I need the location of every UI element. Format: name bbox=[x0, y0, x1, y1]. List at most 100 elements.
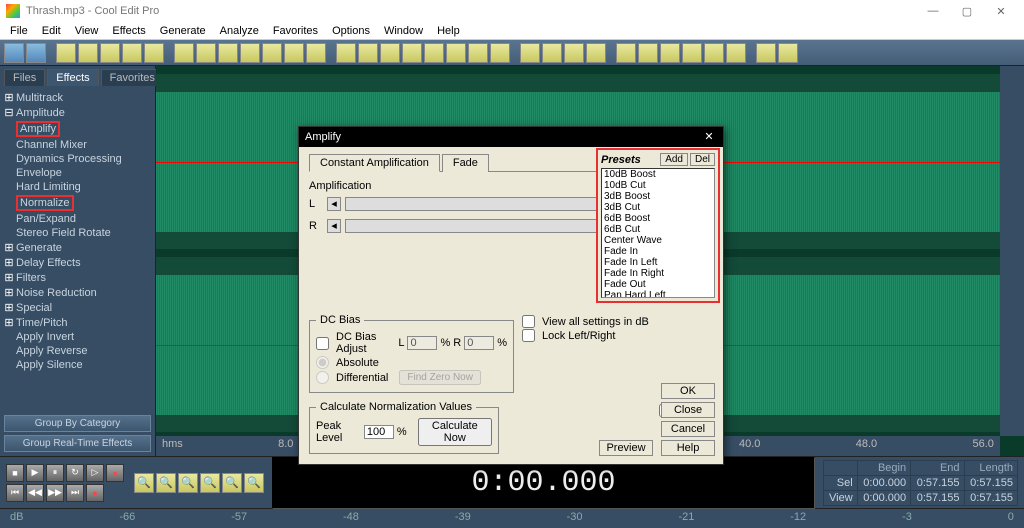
lock-lr-checkbox[interactable] bbox=[522, 329, 535, 342]
tree-hard-limiting[interactable]: Hard Limiting bbox=[2, 180, 153, 194]
tool-grid[interactable] bbox=[682, 43, 702, 63]
ok-button[interactable]: OK bbox=[661, 383, 715, 399]
preset-item[interactable]: Fade In bbox=[602, 246, 714, 257]
tool-ruler2[interactable] bbox=[660, 43, 680, 63]
tool-convert[interactable] bbox=[336, 43, 356, 63]
tool-open[interactable] bbox=[78, 43, 98, 63]
group-by-category-button[interactable]: Group By Category bbox=[4, 415, 151, 432]
tree-stereo-field[interactable]: Stereo Field Rotate bbox=[2, 226, 153, 240]
tool-multitrack[interactable] bbox=[4, 43, 24, 63]
tree-dynamics[interactable]: Dynamics Processing bbox=[2, 152, 153, 166]
tool-stats[interactable] bbox=[586, 43, 606, 63]
tab-favorites[interactable]: Favorites bbox=[101, 69, 164, 86]
absolute-radio[interactable] bbox=[316, 356, 329, 369]
tool-comp[interactable] bbox=[446, 43, 466, 63]
preset-item[interactable]: Fade Out bbox=[602, 279, 714, 290]
preset-item[interactable]: 6dB Cut bbox=[602, 224, 714, 235]
minimize-button[interactable]: — bbox=[916, 1, 950, 21]
tree-amplitude[interactable]: ⊟Amplitude bbox=[2, 105, 153, 120]
zoom-sel-left-button[interactable]: 🔍 bbox=[222, 473, 242, 493]
goto-end-button[interactable]: ⏭ bbox=[66, 484, 84, 502]
preset-list[interactable]: 10dB Boost 10dB Cut 3dB Boost 3dB Cut 6d… bbox=[601, 168, 715, 298]
tool-settings[interactable] bbox=[358, 43, 378, 63]
tool-undo[interactable] bbox=[284, 43, 304, 63]
preset-item[interactable]: 10dB Boost bbox=[602, 169, 714, 180]
tree-multitrack[interactable]: ⊞Multitrack bbox=[2, 90, 153, 105]
tool-waveview[interactable] bbox=[26, 43, 46, 63]
forward-button[interactable]: ▶▶ bbox=[46, 484, 64, 502]
preset-item[interactable]: 3dB Cut bbox=[602, 202, 714, 213]
l-slider[interactable] bbox=[345, 197, 637, 211]
tool-close[interactable] bbox=[144, 43, 164, 63]
find-zero-button[interactable]: Find Zero Now bbox=[399, 370, 481, 385]
stop-button[interactable]: ■ bbox=[6, 464, 24, 482]
l-slider-left[interactable]: ◂ bbox=[327, 197, 341, 211]
tree-apply-reverse[interactable]: Apply Reverse bbox=[2, 344, 153, 358]
preset-item[interactable]: Center Wave bbox=[602, 235, 714, 246]
dc-bias-adjust-checkbox[interactable] bbox=[316, 337, 329, 350]
tree-apply-invert[interactable]: Apply Invert bbox=[2, 330, 153, 344]
tool-hide[interactable] bbox=[616, 43, 636, 63]
preset-item[interactable]: 6dB Boost bbox=[602, 213, 714, 224]
preset-add-button[interactable]: Add bbox=[660, 153, 688, 166]
tree-apply-silence[interactable]: Apply Silence bbox=[2, 358, 153, 372]
tree-generate[interactable]: ⊞Generate bbox=[2, 240, 153, 255]
tool-ruler1[interactable] bbox=[638, 43, 658, 63]
tool-cut[interactable] bbox=[196, 43, 216, 63]
dc-l-input[interactable] bbox=[407, 336, 437, 350]
tree-normalize[interactable]: Normalize bbox=[2, 194, 153, 212]
tree-time-pitch[interactable]: ⊞Time/Pitch bbox=[2, 315, 153, 330]
tool-phase[interactable] bbox=[564, 43, 584, 63]
tool-scale[interactable] bbox=[726, 43, 746, 63]
tool-copy[interactable] bbox=[174, 43, 194, 63]
r-slider-left[interactable]: ◂ bbox=[327, 219, 341, 233]
tab-constant-amp[interactable]: Constant Amplification bbox=[309, 154, 440, 172]
close-button-dlg[interactable]: Close bbox=[661, 402, 715, 418]
tab-files[interactable]: Files bbox=[4, 69, 45, 86]
record-button2[interactable]: ● bbox=[86, 484, 104, 502]
view-db-checkbox[interactable] bbox=[522, 315, 535, 328]
tree-filters[interactable]: ⊞Filters bbox=[2, 270, 153, 285]
peak-level-input[interactable] bbox=[364, 425, 394, 439]
play-button[interactable]: ▶ bbox=[26, 464, 44, 482]
zoom-full-button[interactable]: 🔍 bbox=[178, 473, 198, 493]
tool-noise[interactable] bbox=[468, 43, 488, 63]
tool-mixpaste[interactable] bbox=[240, 43, 260, 63]
tree-delay[interactable]: ⊞Delay Effects bbox=[2, 255, 153, 270]
menu-favorites[interactable]: Favorites bbox=[267, 24, 324, 38]
tree-pan-expand[interactable]: Pan/Expand bbox=[2, 212, 153, 226]
differential-radio[interactable] bbox=[316, 371, 329, 384]
menu-window[interactable]: Window bbox=[378, 24, 429, 38]
cancel-button[interactable]: Cancel bbox=[661, 421, 715, 437]
menu-options[interactable]: Options bbox=[326, 24, 376, 38]
tool-about[interactable] bbox=[778, 43, 798, 63]
zoom-out-button[interactable]: 🔍 bbox=[156, 473, 176, 493]
preset-item[interactable]: 10dB Cut bbox=[602, 180, 714, 191]
zoom-in-button[interactable]: 🔍 bbox=[134, 473, 154, 493]
preview-button[interactable]: Preview bbox=[599, 440, 653, 456]
zoom-sel-button[interactable]: 🔍 bbox=[200, 473, 220, 493]
goto-start-button[interactable]: ⏮ bbox=[6, 484, 24, 502]
tree-noise[interactable]: ⊞Noise Reduction bbox=[2, 285, 153, 300]
menu-effects[interactable]: Effects bbox=[106, 24, 151, 38]
menu-generate[interactable]: Generate bbox=[154, 24, 212, 38]
tool-paste[interactable] bbox=[218, 43, 238, 63]
tab-effects[interactable]: Effects bbox=[47, 69, 98, 86]
rewind-button[interactable]: ◀◀ bbox=[26, 484, 44, 502]
zoom-sel-right-button[interactable]: 🔍 bbox=[244, 473, 264, 493]
menu-edit[interactable]: Edit bbox=[36, 24, 67, 38]
tree-special[interactable]: ⊞Special bbox=[2, 300, 153, 315]
record-button[interactable]: ● bbox=[106, 464, 124, 482]
preset-item[interactable]: Pan Hard Left bbox=[602, 290, 714, 298]
play-loop-button[interactable]: ↻ bbox=[66, 464, 84, 482]
preset-del-button[interactable]: Del bbox=[690, 153, 715, 166]
tool-save[interactable] bbox=[100, 43, 120, 63]
dialog-close-button[interactable]: ✕ bbox=[701, 130, 717, 144]
r-slider[interactable] bbox=[345, 219, 637, 233]
tool-pitch[interactable] bbox=[490, 43, 510, 63]
menu-help[interactable]: Help bbox=[431, 24, 466, 38]
tool-reverb[interactable] bbox=[380, 43, 400, 63]
tool-help[interactable] bbox=[756, 43, 776, 63]
pause-button[interactable]: ⏸ bbox=[46, 464, 64, 482]
calculate-now-button[interactable]: Calculate Now bbox=[418, 418, 492, 446]
